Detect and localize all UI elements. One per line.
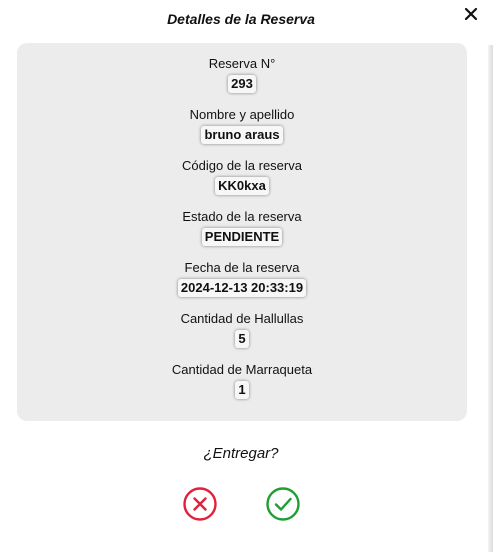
close-button[interactable] <box>461 2 481 26</box>
field-value: PENDIENTE <box>201 228 283 246</box>
field-value: KK0kxa <box>215 177 269 195</box>
field-reservation-status: Estado de la reserva PENDIENTE <box>17 209 467 246</box>
field-value: bruno araus <box>201 126 283 144</box>
reservation-details-modal: Detalles de la Reserva Reserva N° 293 No… <box>0 0 493 552</box>
reject-button[interactable] <box>182 486 218 522</box>
deliver-question: ¿Entregar? <box>203 445 279 462</box>
field-value: 293 <box>228 75 256 93</box>
field-label: Estado de la reserva <box>182 209 302 224</box>
field-marraqueta-quantity: Cantidad de Marraqueta 1 <box>17 362 467 399</box>
accept-button[interactable] <box>265 486 301 522</box>
x-circle-icon <box>183 487 217 521</box>
field-value: 5 <box>235 330 249 348</box>
field-label: Fecha de la reserva <box>184 260 300 275</box>
field-label: Código de la reserva <box>182 158 302 173</box>
field-hallullas-quantity: Cantidad de Hallullas 5 <box>17 311 467 348</box>
field-reservation-number: Reserva N° 293 <box>17 56 467 93</box>
field-label: Reserva N° <box>208 56 276 71</box>
scrollbar-edge <box>488 45 493 552</box>
field-label: Cantidad de Marraqueta <box>171 362 313 377</box>
field-full-name: Nombre y apellido bruno araus <box>17 107 467 144</box>
field-reservation-date: Fecha de la reserva 2024-12-13 20:33:19 <box>17 260 467 297</box>
field-reservation-code: Código de la reserva KK0kxa <box>17 158 467 195</box>
field-value: 2024-12-13 20:33:19 <box>177 279 307 297</box>
check-circle-icon <box>266 487 300 521</box>
modal-title: Detalles de la Reserva <box>167 11 315 27</box>
field-value: 1 <box>235 381 249 399</box>
close-icon <box>464 7 478 21</box>
details-panel: Reserva N° 293 Nombre y apellido bruno a… <box>17 43 467 421</box>
field-label: Nombre y apellido <box>189 107 295 122</box>
field-label: Cantidad de Hallullas <box>180 311 304 326</box>
